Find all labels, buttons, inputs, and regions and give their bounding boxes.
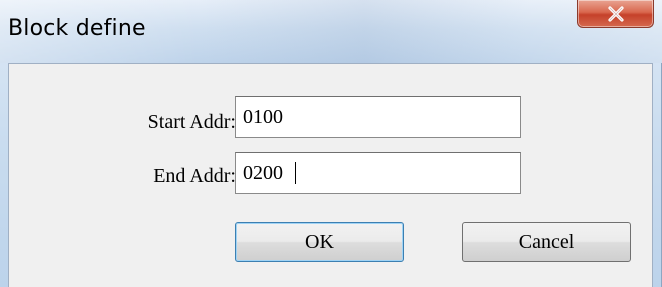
dialog-body: Start Addr: End Addr: OK Cancel bbox=[8, 63, 653, 287]
block-define-dialog: Block define Start Addr: End Addr: OK Ca… bbox=[0, 0, 662, 287]
cancel-button[interactable]: Cancel bbox=[462, 222, 631, 262]
close-icon bbox=[607, 5, 625, 22]
ok-button[interactable]: OK bbox=[235, 222, 404, 262]
text-caret bbox=[295, 162, 296, 184]
start-addr-label: Start Addr: bbox=[147, 111, 236, 133]
end-addr-input[interactable] bbox=[235, 152, 521, 194]
start-addr-input[interactable] bbox=[235, 96, 521, 138]
window-title: Block define bbox=[8, 16, 146, 41]
close-button[interactable] bbox=[577, 0, 654, 28]
end-addr-label: End Addr: bbox=[153, 165, 236, 187]
title-bar[interactable]: Block define bbox=[0, 0, 662, 63]
